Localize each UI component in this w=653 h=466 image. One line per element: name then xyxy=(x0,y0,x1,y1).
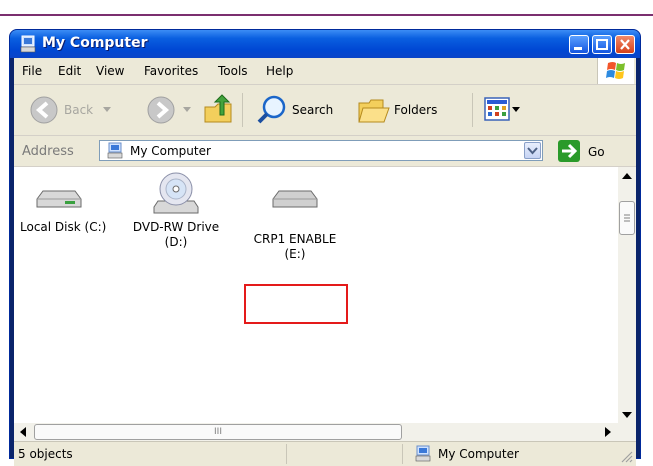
highlight-box-e xyxy=(244,284,348,324)
menu-tools[interactable]: Tools xyxy=(218,64,248,78)
menu-bar: File Edit View Favorites Tools Help xyxy=(14,58,636,85)
go-arrow-icon xyxy=(562,143,578,159)
menu-help[interactable]: Help xyxy=(266,64,293,78)
forward-dropdown-icon[interactable] xyxy=(183,107,191,113)
horizontal-scroll-thumb[interactable]: III xyxy=(34,424,402,440)
back-arrow-icon[interactable] xyxy=(30,96,58,124)
maximize-button[interactable] xyxy=(592,35,612,54)
status-location: My Computer xyxy=(438,447,519,461)
title-bar[interactable]: My Computer xyxy=(10,30,640,58)
minimize-button[interactable] xyxy=(569,35,589,54)
up-folder-icon[interactable] xyxy=(202,93,234,125)
menu-favorites[interactable]: Favorites xyxy=(144,64,198,78)
address-bar: Address My Computer Go xyxy=(14,136,636,167)
forward-arrow-icon[interactable] xyxy=(147,96,175,124)
vertical-scroll-thumb[interactable] xyxy=(619,201,635,235)
address-dropdown-button[interactable] xyxy=(524,142,541,159)
status-divider-1 xyxy=(286,444,287,464)
status-bar: 5 objects My Computer xyxy=(14,441,636,466)
scroll-left-icon[interactable] xyxy=(19,427,27,437)
drive-label-e-line2: (E:) xyxy=(284,247,306,261)
address-input[interactable]: My Computer xyxy=(99,140,543,161)
back-dropdown-icon[interactable] xyxy=(103,107,111,113)
menu-file[interactable]: File xyxy=(22,64,42,78)
drive-item-d[interactable]: DVD-RW Drive (D:) xyxy=(132,169,220,250)
folders-icon[interactable] xyxy=(357,95,391,125)
my-computer-icon xyxy=(415,445,431,462)
status-divider-2 xyxy=(402,444,403,464)
standard-toolbar: Back Search Folders xyxy=(14,85,636,136)
folders-button-label[interactable]: Folders xyxy=(394,103,437,117)
toolbar-separator-2 xyxy=(472,93,473,127)
address-label: Address xyxy=(22,144,74,159)
drive-label-c: Local Disk (C:) xyxy=(20,220,107,234)
search-icon[interactable] xyxy=(256,94,288,126)
scroll-right-icon[interactable] xyxy=(604,427,612,437)
my-computer-window: My Computer File Edit View Favorites Too… xyxy=(10,30,640,466)
removable-drive-icon xyxy=(272,190,318,208)
chevron-down-icon xyxy=(527,147,538,155)
drive-item-c[interactable]: Local Disk (C:) xyxy=(20,177,107,235)
top-divider-line xyxy=(0,14,653,16)
drive-label-d-line2: (D:) xyxy=(164,235,188,249)
menu-edit[interactable]: Edit xyxy=(58,64,81,78)
menu-view[interactable]: View xyxy=(96,64,124,78)
vertical-scrollbar[interactable] xyxy=(618,167,636,423)
back-button-label[interactable]: Back xyxy=(64,103,93,117)
close-icon xyxy=(620,39,630,50)
dvd-drive-icon xyxy=(153,172,199,214)
toolbar-separator xyxy=(242,93,243,127)
status-object-count: 5 objects xyxy=(18,447,73,461)
scroll-up-icon[interactable] xyxy=(622,172,632,180)
grip-icon xyxy=(624,214,630,222)
hard-disk-icon xyxy=(36,190,82,208)
close-button[interactable] xyxy=(615,35,635,54)
address-value: My Computer xyxy=(130,144,211,158)
drive-label-e-line1: CRP1 ENABLE xyxy=(253,232,337,246)
my-computer-icon xyxy=(107,142,123,159)
drive-label-d-line1: DVD-RW Drive xyxy=(132,220,220,234)
go-button[interactable] xyxy=(558,140,580,162)
window-title: My Computer xyxy=(42,35,148,51)
window-client-area: File Edit View Favorites Tools Help Back xyxy=(14,58,636,466)
go-label[interactable]: Go xyxy=(588,145,605,159)
my-computer-icon xyxy=(20,35,36,53)
views-dropdown-icon[interactable] xyxy=(512,107,520,113)
views-icon[interactable] xyxy=(484,97,510,121)
minimize-icon xyxy=(574,47,582,50)
drive-item-e[interactable]: CRP1 ENABLE (E:) xyxy=(250,177,340,262)
windows-logo-icon xyxy=(597,58,634,84)
scroll-down-icon[interactable] xyxy=(622,411,632,419)
maximize-icon xyxy=(596,39,608,50)
search-button-label[interactable]: Search xyxy=(292,103,333,117)
horizontal-scrollbar[interactable]: III xyxy=(14,423,636,441)
